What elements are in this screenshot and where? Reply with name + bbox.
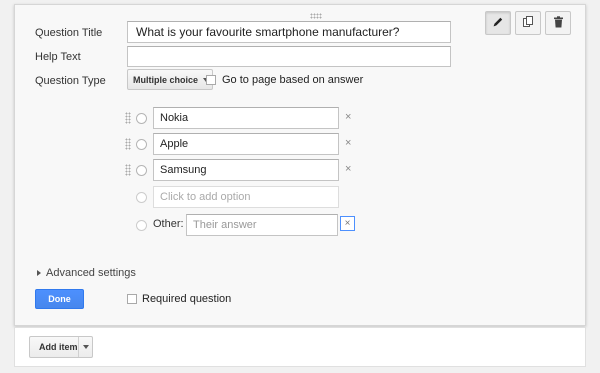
add-item-dropdown[interactable] xyxy=(78,337,92,357)
grip-icon[interactable] xyxy=(125,164,131,176)
duplicate-button[interactable] xyxy=(515,11,541,35)
other-option-row: Other: Their answer × xyxy=(125,214,365,236)
advanced-settings-label: Advanced settings xyxy=(46,267,136,279)
grip-icon[interactable] xyxy=(125,138,131,150)
done-button[interactable]: Done xyxy=(35,289,84,309)
other-answer-input[interactable]: Their answer xyxy=(186,214,338,236)
question-type-value: Multiple choice xyxy=(133,74,199,85)
question-title-label: Question Title xyxy=(35,27,103,39)
go-to-page-label: Go to page based on answer xyxy=(222,74,364,86)
remove-other-button[interactable]: × xyxy=(340,216,355,231)
triangle-right-icon xyxy=(37,270,41,276)
add-option-input[interactable]: Click to add option xyxy=(153,186,339,208)
help-text-label: Help Text xyxy=(35,51,81,63)
go-to-page-checkbox[interactable] xyxy=(206,75,216,85)
option-row: Nokia × xyxy=(125,107,365,129)
question-type-label: Question Type xyxy=(35,75,106,87)
option-row: Samsung × xyxy=(125,159,365,181)
add-item-bar: Add item xyxy=(14,327,586,367)
copy-icon xyxy=(522,15,534,31)
chevron-down-icon xyxy=(82,345,89,349)
required-checkbox[interactable] xyxy=(127,294,137,304)
remove-option-button[interactable]: × xyxy=(345,111,351,123)
grip-icon[interactable] xyxy=(125,112,131,124)
required-label: Required question xyxy=(142,293,232,305)
help-text-input[interactable] xyxy=(127,46,451,67)
radio-icon xyxy=(136,113,147,124)
option-row: Apple × xyxy=(125,133,365,155)
trash-icon xyxy=(553,15,564,31)
edit-button[interactable] xyxy=(485,11,511,35)
add-item-button[interactable]: Add item xyxy=(29,336,93,358)
option-input[interactable]: Samsung xyxy=(153,159,339,181)
add-option-row: Click to add option xyxy=(125,186,365,208)
advanced-settings-toggle[interactable]: Advanced settings xyxy=(37,267,136,279)
question-title-input[interactable]: What is your favourite smartphone manufa… xyxy=(127,21,451,43)
radio-icon xyxy=(136,220,147,231)
question-type-select[interactable]: Multiple choice xyxy=(127,69,213,90)
delete-button[interactable] xyxy=(545,11,571,35)
option-input[interactable]: Nokia xyxy=(153,107,339,129)
radio-icon xyxy=(136,139,147,150)
add-item-label: Add item xyxy=(39,342,78,352)
radio-icon xyxy=(136,165,147,176)
remove-option-button[interactable]: × xyxy=(345,137,351,149)
other-label: Other: xyxy=(153,218,184,230)
question-editor-card: Question Title What is your favourite sm… xyxy=(14,4,586,326)
drag-handle-icon[interactable] xyxy=(310,13,322,19)
pencil-icon xyxy=(492,16,504,31)
option-input[interactable]: Apple xyxy=(153,133,339,155)
radio-icon xyxy=(136,192,147,203)
remove-option-button[interactable]: × xyxy=(345,163,351,175)
